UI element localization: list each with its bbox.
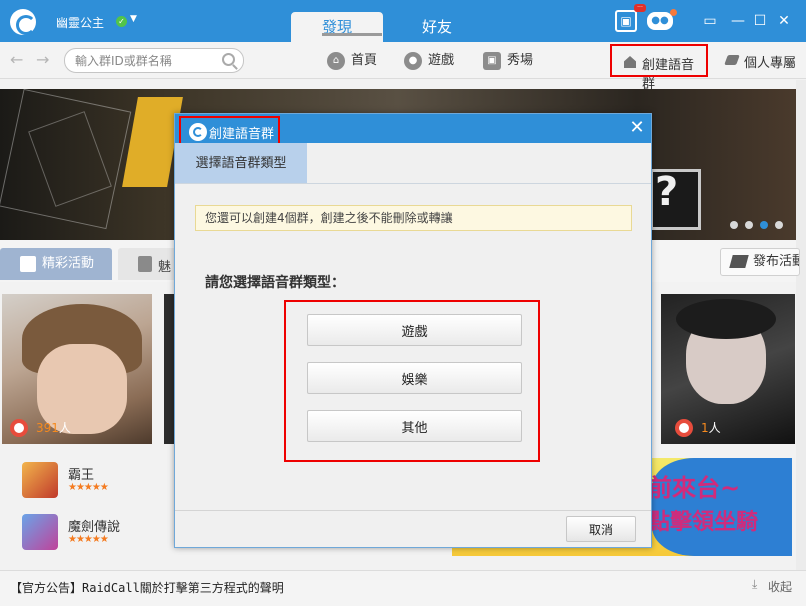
search-box <box>64 48 244 73</box>
close-icon[interactable]: ✕ <box>776 13 792 29</box>
divider <box>175 510 651 511</box>
nav-games-label: 遊戲 <box>428 53 455 68</box>
search-icon[interactable] <box>222 53 235 66</box>
choice-highlight: 遊戲 娛樂 其他 <box>284 300 540 462</box>
rating-stars: ★★★★★ <box>68 534 109 545</box>
stage-icon: ▣ <box>483 52 501 70</box>
viewer-count-number: 1 <box>701 421 709 435</box>
tab-friends[interactable]: 好友 <box>391 12 483 42</box>
forward-arrow-icon[interactable]: → <box>36 50 49 69</box>
maximize-icon[interactable]: ☐ <box>752 13 768 29</box>
gamepad-icon[interactable]: ●● <box>647 12 673 30</box>
banner-dot[interactable] <box>745 221 753 229</box>
active-nav-indicator <box>322 33 382 36</box>
home-icon: ⌂ <box>327 52 345 70</box>
ad-subline: 點擊領坐騎 <box>648 510 759 535</box>
tab-featured-events[interactable]: 精彩活動 <box>0 248 112 280</box>
scrollbar[interactable] <box>796 80 806 570</box>
gift-icon[interactable]: ▣ <box>615 10 637 32</box>
banner-dot[interactable] <box>775 221 783 229</box>
dialog-title: 創建語音群 <box>209 127 275 142</box>
tab-select-group-type[interactable]: 選擇語音群類型 <box>175 143 307 184</box>
close-icon[interactable]: ✕ <box>627 117 647 139</box>
game-notification-dot <box>670 9 677 16</box>
cancel-button[interactable]: 取消 <box>566 516 636 542</box>
raidcall-logo-icon <box>10 9 36 35</box>
prompt-heading: 請您選擇語音群類型： <box>205 275 345 291</box>
viewer-count: 1人 <box>675 418 721 438</box>
game-thumbnail <box>22 462 58 498</box>
game-type-button[interactable]: 遊戲 <box>307 314 522 346</box>
live-room-card[interactable]: 391人 <box>2 294 152 444</box>
skin-icon[interactable]: ▭ <box>702 13 718 29</box>
viewer-count-unit: 人 <box>708 421 721 435</box>
ad-headline: 前來台~ <box>648 474 741 502</box>
game-thumbnail <box>22 514 58 550</box>
tab-charm-label: 魅 <box>158 260 172 275</box>
collapse-button[interactable]: 收起 <box>752 577 792 595</box>
tab-charm[interactable]: 魅 <box>118 248 178 280</box>
other-type-button[interactable]: 其他 <box>307 410 522 442</box>
trophy-icon <box>138 256 152 272</box>
announcement-link[interactable]: 【官方公告】RaidCall關於打擊第三方程式的聲明 <box>10 579 284 596</box>
raidcall-logo-icon <box>189 123 207 141</box>
footer-bar: 【官方公告】RaidCall關於打擊第三方程式的聲明 收起 <box>0 570 806 606</box>
viewer-count-unit: 人 <box>58 421 71 435</box>
viewer-count: 391人 <box>10 418 71 438</box>
dialog-title-bar[interactable]: 創建語音群 ✕ <box>175 114 651 146</box>
create-voice-group-button[interactable]: 創建語音群 <box>610 44 708 92</box>
create-group-dialog: 創建語音群 ✕ 選擇語音群類型 您還可以創建4個群，創建之後不能刪除或轉讓 請您… <box>174 113 652 548</box>
search-input[interactable] <box>75 52 215 69</box>
username[interactable]: 幽靈公主 <box>56 14 104 31</box>
nav-games[interactable]: ● 遊戲 <box>404 50 454 72</box>
divider <box>175 183 651 184</box>
house-icon <box>624 56 636 68</box>
entertainment-type-button[interactable]: 娛樂 <box>307 362 522 394</box>
viewer-icon <box>10 419 28 437</box>
notification-badge: ··· <box>634 4 646 12</box>
banner-pagination <box>730 218 790 232</box>
viewer-count-number: 391 <box>36 421 59 435</box>
title-bar: 幽靈公主 ✓ ▼ 發現 好友 ▣ ··· ●● ▭ — ☐ ✕ <box>0 0 806 42</box>
nav-home[interactable]: ⌂ 首頁 <box>327 50 377 72</box>
online-check-icon[interactable]: ✓ <box>116 16 127 27</box>
personal-page-button[interactable]: 個人專屬 <box>726 52 796 71</box>
viewer-icon <box>675 419 693 437</box>
banner-dot[interactable] <box>730 221 738 229</box>
tab-featured-events-label: 精彩活動 <box>42 256 95 271</box>
notice-banner: 您還可以創建4個群，創建之後不能刪除或轉讓 <box>195 205 632 231</box>
create-voice-group-label: 創建語音群 <box>642 58 695 92</box>
back-arrow-icon[interactable]: ← <box>10 50 23 69</box>
gamepad-icon: ● <box>404 52 422 70</box>
gift-icon <box>20 256 36 272</box>
game-name: 魔劍傳說 <box>68 520 121 535</box>
tab-discover[interactable]: 發現 <box>291 12 383 42</box>
status-dropdown-icon[interactable]: ▼ <box>130 14 137 24</box>
banner-dot-active[interactable] <box>760 221 768 229</box>
nav-stage-label: 秀場 <box>507 53 534 68</box>
live-room-card[interactable]: 1人 <box>661 294 795 444</box>
nav-stage[interactable]: ▣ 秀場 <box>483 50 533 72</box>
nav-home-label: 首頁 <box>351 53 378 68</box>
game-name: 霸王 <box>68 468 95 483</box>
banner-question-mark: ? <box>655 169 679 215</box>
dialog-title-highlight: 創建語音群 <box>179 116 280 146</box>
publish-event-button[interactable]: 發布活動 <box>720 248 800 276</box>
minimize-icon[interactable]: — <box>730 13 746 29</box>
rating-stars: ★★★★★ <box>68 482 109 493</box>
